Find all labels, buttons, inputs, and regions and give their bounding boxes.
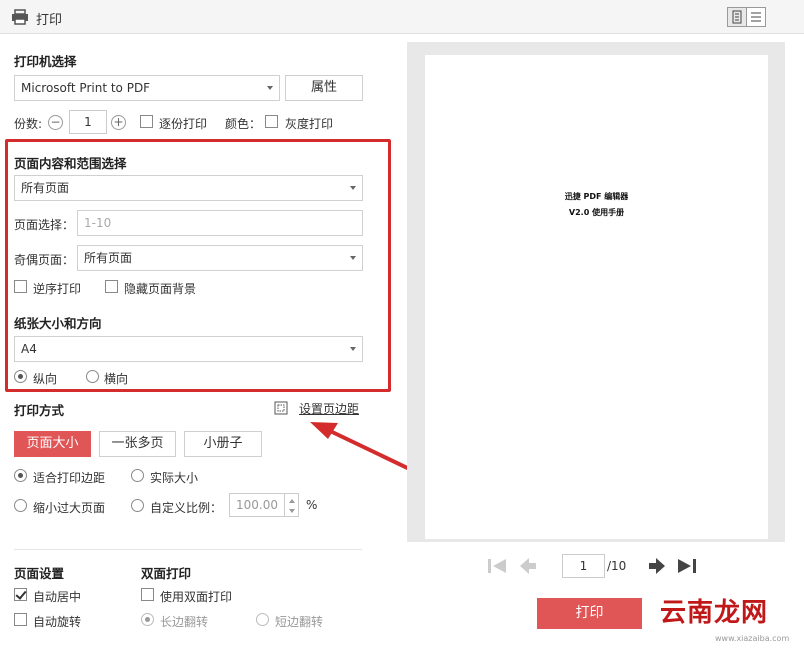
chevron-down-icon bbox=[350, 347, 356, 351]
shrink-oversized-radio[interactable] bbox=[14, 499, 27, 512]
page-range-selected-value: 所有页面 bbox=[21, 181, 70, 195]
decrement-copies-button[interactable]: − bbox=[48, 115, 63, 130]
page-number-input[interactable]: 1 bbox=[562, 554, 605, 578]
single-page-view-button[interactable] bbox=[727, 7, 747, 27]
odd-even-select[interactable]: 所有页面 bbox=[77, 245, 363, 271]
tab-booklet[interactable]: 小册子 bbox=[184, 431, 262, 457]
printer-section-title: 打印机选择 bbox=[14, 54, 77, 69]
print-button[interactable]: 打印 bbox=[537, 598, 642, 629]
percent-label: % bbox=[306, 498, 318, 512]
page-select-input[interactable]: 1-10 bbox=[77, 210, 363, 236]
increment-copies-button[interactable]: + bbox=[111, 115, 126, 130]
hide-background-label: 隐藏页面背景 bbox=[124, 282, 197, 296]
scale-stepper[interactable] bbox=[285, 493, 299, 517]
copies-label: 份数: bbox=[14, 117, 43, 131]
color-label: 颜色： bbox=[225, 117, 262, 131]
auto-rotate-checkbox[interactable] bbox=[14, 613, 27, 626]
reverse-print-label: 逆序打印 bbox=[33, 282, 82, 296]
auto-center-label: 自动居中 bbox=[33, 590, 82, 604]
tab-page-size[interactable]: 页面大小 bbox=[14, 431, 91, 457]
last-page-icon[interactable] bbox=[676, 556, 698, 576]
tab-multiple-pages[interactable]: 一张多页 bbox=[99, 431, 176, 457]
hide-background-checkbox[interactable] bbox=[105, 280, 118, 293]
divider bbox=[14, 549, 362, 550]
custom-scale-label: 自定义比例： bbox=[150, 501, 223, 515]
total-pages-label: /10 bbox=[607, 559, 627, 573]
scale-input[interactable]: 100.00 bbox=[229, 493, 285, 517]
fit-margin-label: 适合打印边距 bbox=[33, 471, 106, 485]
copies-input[interactable]: 1 bbox=[69, 110, 107, 134]
auto-center-checkbox[interactable] bbox=[14, 588, 27, 601]
page-range-section-title: 页面内容和范围选择 bbox=[14, 156, 127, 171]
printer-selected-value: Microsoft Print to PDF bbox=[21, 81, 151, 95]
list-view-icon bbox=[751, 12, 761, 22]
page-margin-icon bbox=[274, 401, 288, 415]
short-edge-radio[interactable] bbox=[256, 613, 269, 626]
landscape-radio[interactable] bbox=[86, 370, 99, 383]
preview-title-line: 迅捷 PDF 编辑器 bbox=[564, 192, 629, 201]
collate-checkbox[interactable] bbox=[140, 115, 153, 128]
page-settings-section-title: 页面设置 bbox=[14, 566, 65, 581]
use-duplex-checkbox[interactable] bbox=[141, 588, 154, 601]
use-duplex-label: 使用双面打印 bbox=[160, 590, 233, 604]
printer-select[interactable]: Microsoft Print to PDF bbox=[14, 75, 280, 101]
chevron-down-icon bbox=[267, 86, 273, 90]
next-page-icon[interactable] bbox=[647, 556, 667, 576]
auto-rotate-label: 自动旋转 bbox=[33, 615, 82, 629]
watermark-text: 云南龙网 bbox=[660, 598, 769, 628]
odd-even-selected-value: 所有页面 bbox=[84, 251, 133, 265]
reverse-print-checkbox[interactable] bbox=[14, 280, 27, 293]
printer-icon bbox=[12, 9, 28, 25]
paper-size-selected-value: A4 bbox=[21, 342, 37, 356]
previous-page-icon[interactable] bbox=[518, 556, 538, 576]
title-bar: 打印 bbox=[0, 0, 804, 34]
page-select-label: 页面选择： bbox=[14, 218, 75, 232]
stepper-arrows-icon bbox=[289, 499, 295, 513]
duplex-section-title: 双面打印 bbox=[141, 566, 192, 581]
watermark-url: www.xiazaiba.com bbox=[715, 634, 790, 643]
page-select-placeholder: 1-10 bbox=[84, 216, 112, 230]
long-edge-label: 长边翻转 bbox=[160, 615, 209, 629]
custom-scale-radio[interactable] bbox=[131, 499, 144, 512]
window-title: 打印 bbox=[36, 13, 63, 28]
grayscale-checkbox[interactable] bbox=[265, 115, 278, 128]
minus-icon: − bbox=[50, 115, 61, 129]
odd-even-label: 奇偶页面： bbox=[14, 253, 75, 267]
short-edge-label: 短边翻转 bbox=[275, 615, 324, 629]
actual-size-radio[interactable] bbox=[131, 469, 144, 482]
paper-size-select[interactable]: A4 bbox=[14, 336, 363, 362]
long-edge-radio[interactable] bbox=[141, 613, 154, 626]
grayscale-label: 灰度打印 bbox=[285, 117, 334, 131]
paper-section-title: 纸张大小和方向 bbox=[14, 316, 102, 331]
collate-label: 逐份打印 bbox=[159, 117, 208, 131]
print-mode-section-title: 打印方式 bbox=[14, 403, 65, 418]
preview-page: 迅捷 PDF 编辑器 V2.0 使用手册 bbox=[425, 55, 768, 539]
list-view-button[interactable] bbox=[746, 7, 766, 27]
actual-size-label: 实际大小 bbox=[150, 471, 199, 485]
fit-margin-radio[interactable] bbox=[14, 469, 27, 482]
preview-subtitle-line: V2.0 使用手册 bbox=[568, 208, 625, 217]
properties-button[interactable]: 属性 bbox=[285, 75, 363, 101]
plus-icon: + bbox=[113, 115, 124, 129]
page-range-select[interactable]: 所有页面 bbox=[14, 175, 363, 201]
landscape-label: 横向 bbox=[104, 372, 129, 386]
portrait-radio[interactable] bbox=[14, 370, 27, 383]
shrink-oversized-label: 缩小过大页面 bbox=[33, 501, 106, 515]
portrait-label: 纵向 bbox=[33, 372, 58, 386]
chevron-down-icon bbox=[350, 256, 356, 260]
chevron-down-icon bbox=[350, 186, 356, 190]
page-view-icon bbox=[732, 10, 742, 24]
first-page-icon[interactable] bbox=[486, 556, 508, 576]
